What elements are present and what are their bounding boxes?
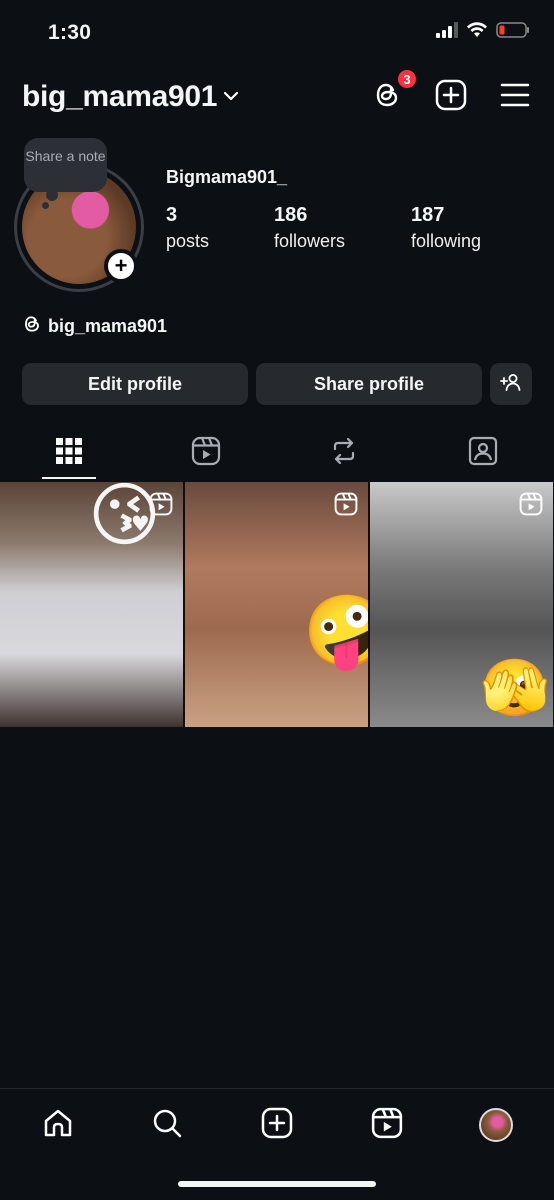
tab-posts-grid[interactable] [41,426,97,480]
followers-label: followers [274,231,346,251]
profile-tabs [0,426,554,482]
post-emoji: 🫣 [480,656,550,719]
share-note-bubble[interactable]: Share a note [24,138,107,209]
reels-icon [191,436,221,471]
status-time: 1:30 [48,21,92,44]
reel-indicator-icon [334,492,358,521]
threads-icon [22,313,42,340]
plus-square-icon [435,79,467,116]
posts-grid: 😘 🤪 🫣 [0,482,554,727]
create-button[interactable] [434,79,468,116]
signal-icon [436,22,458,43]
battery-icon [496,22,530,43]
share-profile-button[interactable]: Share profile [256,363,482,405]
nav-reels[interactable] [367,1105,407,1145]
status-icons [436,22,530,43]
edit-profile-button[interactable]: Edit profile [22,363,248,405]
add-person-icon [500,373,522,396]
nav-profile[interactable] [476,1105,516,1145]
post-thumbnail[interactable]: 😘 [0,482,183,727]
threads-badge: 3 [396,68,418,90]
post-thumbnail[interactable]: 🫣 [370,482,553,727]
post-emoji: 🤪 [303,592,368,670]
wifi-icon [466,22,488,43]
account-switcher[interactable]: big_mama901 [22,80,239,114]
followers-count: 186 [274,204,308,226]
discover-people-button[interactable] [490,363,532,405]
menu-button[interactable] [498,80,532,114]
tab-reposts[interactable] [316,426,372,480]
status-bar: 1:30 [0,0,554,66]
posts-stat[interactable]: 3 posts [166,204,209,252]
reel-indicator-icon [149,492,173,521]
tagged-icon [468,436,498,471]
profile-header: big_mama901 3 [0,68,554,122]
post-thumbnail[interactable]: 🤪 [185,482,368,727]
active-tab-indicator [42,477,96,479]
nav-search[interactable] [147,1105,187,1145]
following-count: 187 [411,204,445,226]
nav-home[interactable] [38,1105,78,1145]
grid-icon [56,437,82,469]
following-label: following [411,231,482,251]
threads-profile-link[interactable]: big_mama901 [22,313,167,340]
tab-reels[interactable] [178,426,234,480]
tab-tagged[interactable] [455,426,511,480]
following-stat[interactable]: 187 following [411,204,481,252]
profile-avatar-icon [479,1108,513,1142]
reposts-icon [329,436,359,471]
threads-button[interactable]: 3 [370,68,418,114]
display-name: Bigmama901_ [166,167,288,187]
home-indicator[interactable] [178,1181,376,1187]
nav-create[interactable] [257,1105,297,1145]
threads-handle: big_mama901 [48,316,168,336]
plus-icon: + [114,253,128,278]
username: big_mama901 [22,80,218,113]
chevron-down-icon [223,88,239,106]
reel-indicator-icon [519,492,543,521]
posts-count: 3 [166,204,178,226]
home-icon [42,1107,74,1144]
posts-label: posts [166,231,210,251]
reels-icon [371,1107,403,1144]
followers-stat[interactable]: 186 followers [274,204,345,252]
search-icon [151,1107,183,1144]
add-story-button[interactable]: + [104,249,138,283]
hamburger-icon [500,82,530,113]
create-icon [261,1107,293,1144]
